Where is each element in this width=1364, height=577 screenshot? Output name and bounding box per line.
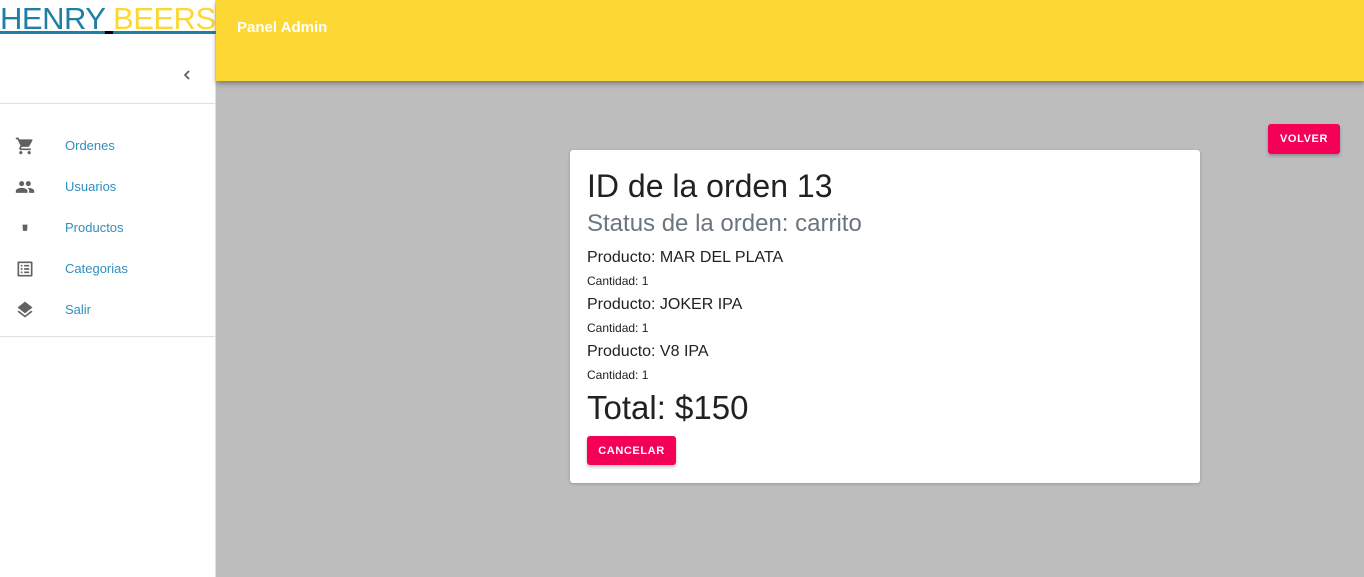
brand-logo[interactable]: HENRY BEERS: [0, 0, 216, 40]
sidebar-item-ordenes[interactable]: Ordenes: [0, 125, 215, 166]
brand-henry: HENRY: [0, 1, 105, 36]
sidebar-item-categorias[interactable]: Categorias: [0, 248, 215, 289]
product-quantity: Cantidad: 1: [587, 274, 649, 288]
people-icon: [13, 175, 37, 199]
sidebar-item-salir[interactable]: Salir: [0, 289, 215, 330]
sidebar-item-label: Ordenes: [65, 138, 115, 153]
chevron-left-icon: [183, 70, 190, 80]
order-id-heading: ID de la orden 13: [587, 168, 833, 204]
cancel-order-button[interactable]: CANCELAR: [587, 436, 676, 465]
list-icon: [13, 257, 37, 281]
product-quantity: Cantidad: 1: [587, 321, 649, 335]
product-name: Producto: V8 IPA: [587, 343, 709, 360]
sidebar-item-label: Categorias: [65, 261, 128, 276]
cart-icon: [13, 134, 37, 158]
sidebar-item-usuarios[interactable]: Usuarios: [0, 166, 215, 207]
volver-button[interactable]: VOLVER: [1268, 124, 1340, 154]
list-item: Producto: MAR DEL PLATA Cantidad: 1: [587, 247, 783, 294]
app-bar: Panel Admin: [216, 0, 1364, 81]
layers-icon: [13, 298, 37, 322]
sidebar-item-label: Productos: [65, 220, 124, 235]
order-items-list: Producto: MAR DEL PLATA Cantidad: 1 Prod…: [587, 247, 783, 388]
sidebar-divider: [0, 103, 215, 104]
order-card: ID de la orden 13 Status de la orden: ca…: [570, 150, 1200, 483]
sidebar-nav: Ordenes Usuarios Productos Categorias Sa…: [0, 125, 215, 330]
sidebar-item-label: Usuarios: [65, 179, 117, 194]
order-total: Total: $150: [587, 389, 749, 426]
list-item: Producto: V8 IPA Cantidad: 1: [587, 341, 783, 388]
brand-beers: BEERS: [113, 1, 216, 36]
product-quantity: Cantidad: 1: [587, 368, 649, 382]
product-name: Producto: JOKER IPA: [587, 296, 743, 313]
sidebar-item-productos[interactable]: Productos: [0, 207, 215, 248]
sidebar-item-label: Salir: [65, 302, 92, 317]
sidebar-divider: [0, 336, 215, 337]
beer-icon: [13, 216, 37, 240]
page-title: Panel Admin: [237, 19, 328, 36]
list-item: Producto: JOKER IPA Cantidad: 1: [587, 294, 783, 341]
product-name: Producto: MAR DEL PLATA: [587, 249, 784, 266]
order-status: Status de la orden: carrito: [587, 210, 862, 237]
collapse-sidebar-button[interactable]: [172, 60, 202, 90]
sidebar: HENRY BEERS Ordenes Usuarios Productos C…: [0, 0, 216, 577]
